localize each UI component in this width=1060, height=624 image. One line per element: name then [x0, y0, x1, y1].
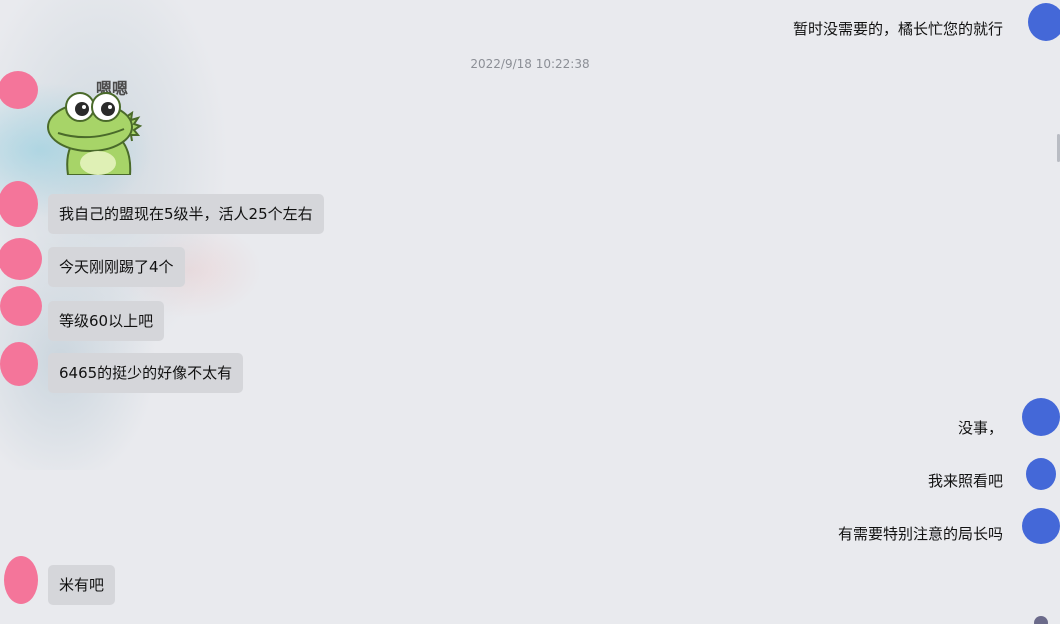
sender-avatar[interactable] — [1022, 508, 1060, 544]
partial-avatar — [1034, 616, 1048, 624]
frog-sticker[interactable]: 嗯嗯 — [46, 77, 146, 176]
incoming-message[interactable]: 我自己的盟现在5级半，活人25个左右 — [48, 194, 324, 234]
incoming-message[interactable]: 今天刚刚踢了4个 — [48, 247, 185, 287]
outgoing-message[interactable]: 我来照看吧 — [928, 470, 1003, 491]
outgoing-message[interactable]: 有需要特别注意的局长吗 — [838, 523, 1003, 544]
contact-avatar[interactable] — [0, 286, 42, 326]
contact-avatar[interactable] — [0, 238, 42, 280]
frog-sticker-image: 嗯嗯 — [47, 79, 143, 176]
sender-avatar[interactable] — [1026, 458, 1056, 490]
contact-avatar[interactable] — [4, 556, 38, 604]
sender-avatar[interactable] — [1022, 398, 1060, 436]
incoming-message[interactable]: 米有吧 — [48, 565, 116, 605]
contact-avatar[interactable] — [0, 342, 38, 386]
outgoing-message[interactable]: 没事， — [958, 417, 1003, 438]
message-timestamp: 2022/9/18 10:22:38 — [470, 57, 590, 71]
incoming-message[interactable]: 等级60以上吧 — [48, 301, 165, 341]
incoming-message[interactable]: 6465的挺少的好像不太有 — [48, 353, 244, 393]
chat-message-area[interactable]: 暂时没需要的，橘长忙您的就行 2022/9/18 10:22:38 嗯嗯 我自己… — [0, 0, 1060, 624]
outgoing-message[interactable]: 暂时没需要的，橘长忙您的就行 — [793, 18, 1003, 39]
sender-avatar[interactable] — [1028, 3, 1060, 41]
